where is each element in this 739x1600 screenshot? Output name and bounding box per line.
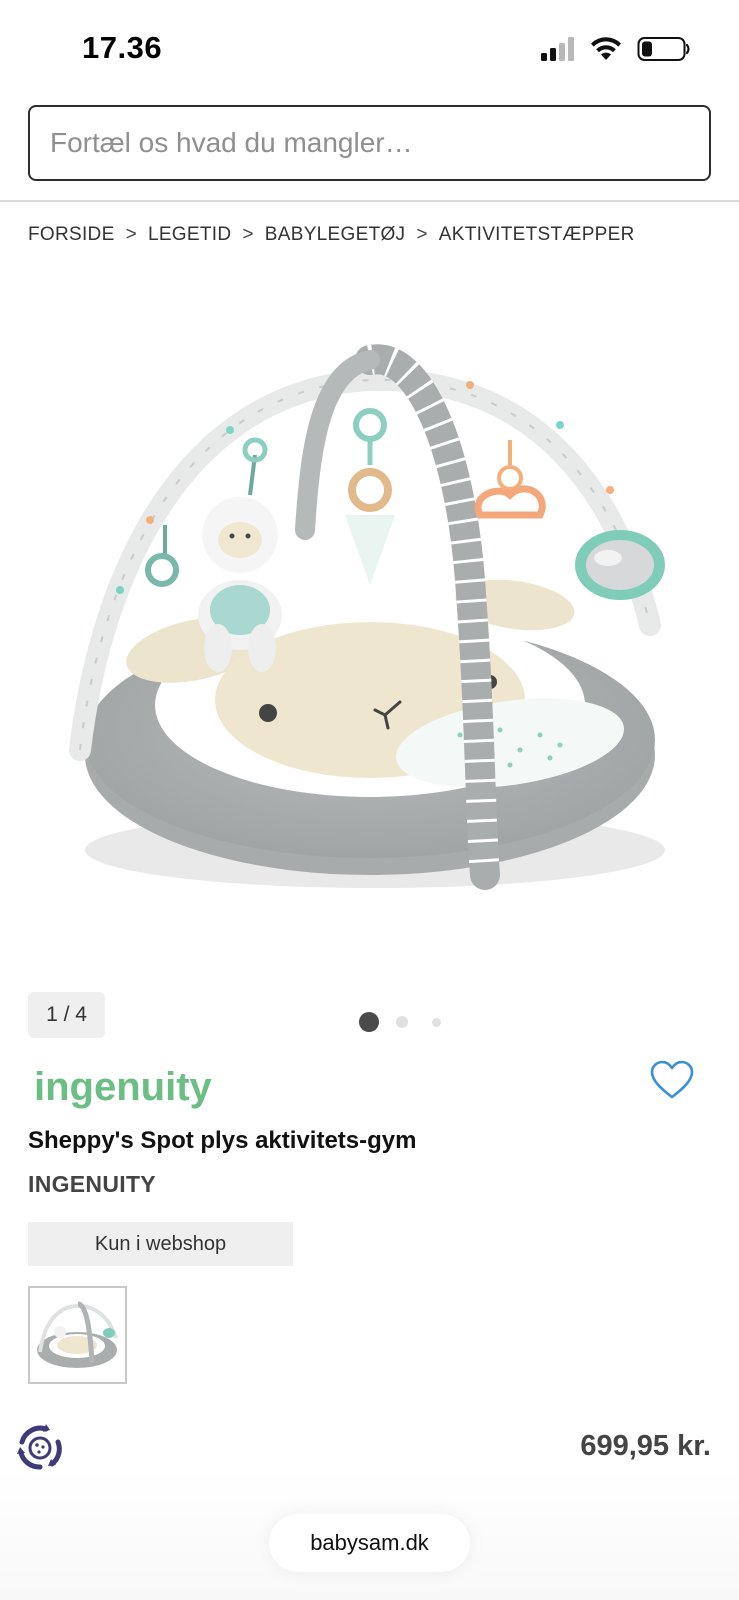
search-input[interactable] (30, 107, 709, 179)
breadcrumb-item-babylegetoj[interactable]: BABYLEGETØJ (265, 224, 406, 246)
product-thumbnail[interactable] (28, 1286, 127, 1384)
status-bar: 17.36 (0, 0, 739, 96)
thumbnail-image (37, 1301, 118, 1368)
header-divider (0, 200, 739, 202)
product-brand[interactable]: INGENUITY (28, 1171, 156, 1198)
product-title: Sheppy's Spot plys aktivitets-gym (28, 1127, 417, 1154)
breadcrumb-item-forside[interactable]: FORSIDE (28, 224, 115, 246)
breadcrumb-item-aktivitetstaepper[interactable]: AKTIVITETSTÆPPER (439, 224, 635, 246)
favorite-heart-icon[interactable] (650, 1060, 694, 1100)
status-time: 17.36 (82, 30, 163, 65)
browser-url-bar[interactable]: babysam.dk (269, 1514, 470, 1572)
battery-icon (637, 37, 690, 61)
cellular-signal-icon (541, 37, 574, 61)
carousel-dot-2[interactable] (396, 1016, 408, 1028)
breadcrumb-separator: > (242, 224, 254, 245)
cookie-settings-icon[interactable] (12, 1420, 68, 1476)
product-image[interactable] (40, 330, 700, 920)
slide-counter: 1 / 4 (28, 992, 105, 1038)
breadcrumb-separator: > (416, 224, 428, 245)
search-box[interactable] (28, 105, 711, 181)
carousel-dots (359, 1012, 449, 1034)
wifi-icon (591, 37, 621, 60)
carousel-dot-3[interactable] (432, 1018, 441, 1027)
availability-badge: Kun i webshop (28, 1222, 293, 1266)
status-icons (539, 36, 691, 62)
brand-logo[interactable]: ingenuity (34, 1064, 214, 1114)
breadcrumb: FORSIDE > LEGETID > BABYLEGETØJ > AKTIVI… (28, 224, 635, 246)
breadcrumb-separator: > (125, 224, 137, 245)
product-price: 699,95 kr. (580, 1430, 711, 1462)
breadcrumb-item-legetid[interactable]: LEGETID (148, 224, 231, 246)
carousel-dot-1[interactable] (359, 1012, 379, 1032)
svg-text:ingenuity: ingenuity (34, 1065, 213, 1109)
